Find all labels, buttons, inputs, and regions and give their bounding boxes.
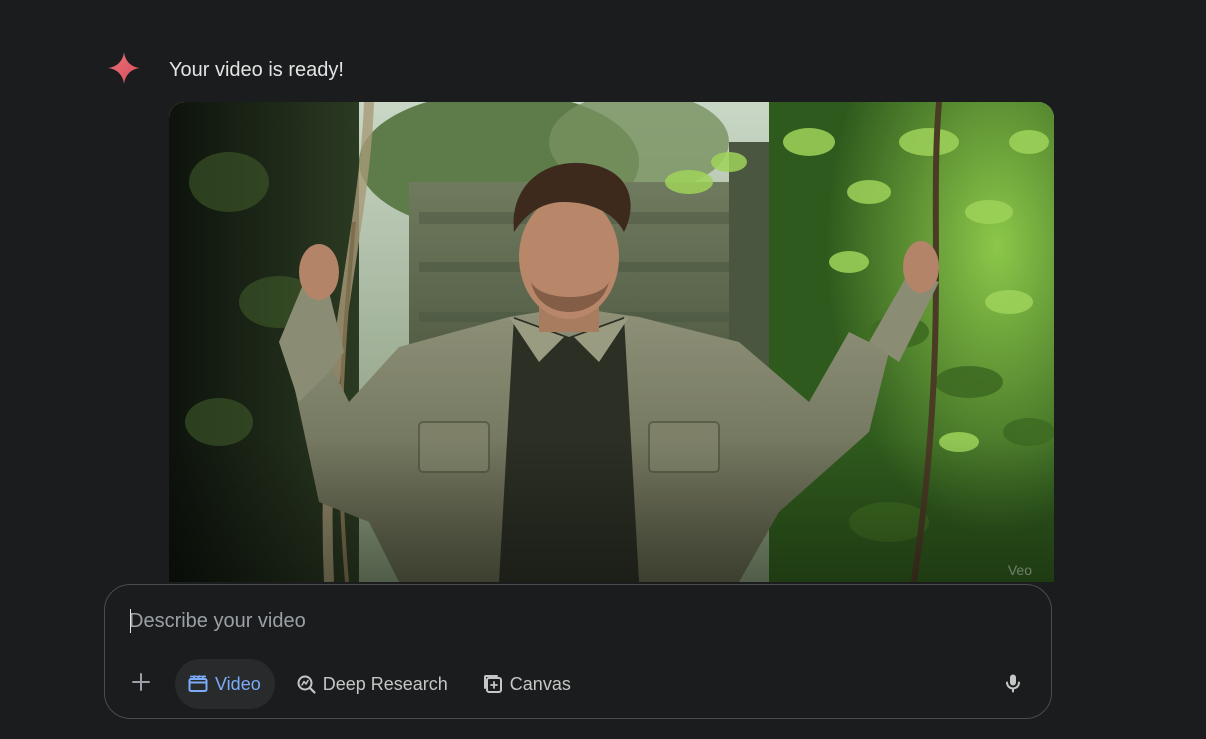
- generated-video[interactable]: Veo: [169, 102, 1054, 582]
- prompt-composer: Video Deep Research: [104, 584, 1052, 719]
- add-attachment-button[interactable]: [119, 662, 163, 706]
- veo-watermark: Veo: [1007, 562, 1032, 578]
- deep-research-tool-label: Deep Research: [322, 673, 448, 694]
- microphone-icon: [1002, 672, 1024, 699]
- prompt-input[interactable]: [129, 607, 1009, 635]
- text-caret: [130, 609, 131, 633]
- video-tool-button[interactable]: Video: [175, 659, 275, 709]
- video-tool-label: Video: [215, 673, 261, 694]
- canvas-tool-label: Canvas: [509, 673, 571, 694]
- deep-research-icon: [295, 673, 317, 695]
- gemini-chat-page: Your video is ready! Veo Describe your v…: [0, 0, 1206, 739]
- canvas-icon: [482, 673, 504, 695]
- gemini-spark-icon: [106, 50, 142, 86]
- deep-research-tool-button[interactable]: Deep Research: [283, 659, 462, 709]
- plus-icon: [130, 671, 152, 698]
- composer-toolbar: Video Deep Research Canvas: [119, 659, 593, 709]
- canvas-tool-button[interactable]: Canvas: [470, 659, 585, 709]
- response-message: Your video is ready!: [169, 59, 344, 81]
- microphone-button[interactable]: [995, 667, 1031, 703]
- clapperboard-icon: [187, 673, 209, 695]
- video-frame-image: [169, 102, 1054, 582]
